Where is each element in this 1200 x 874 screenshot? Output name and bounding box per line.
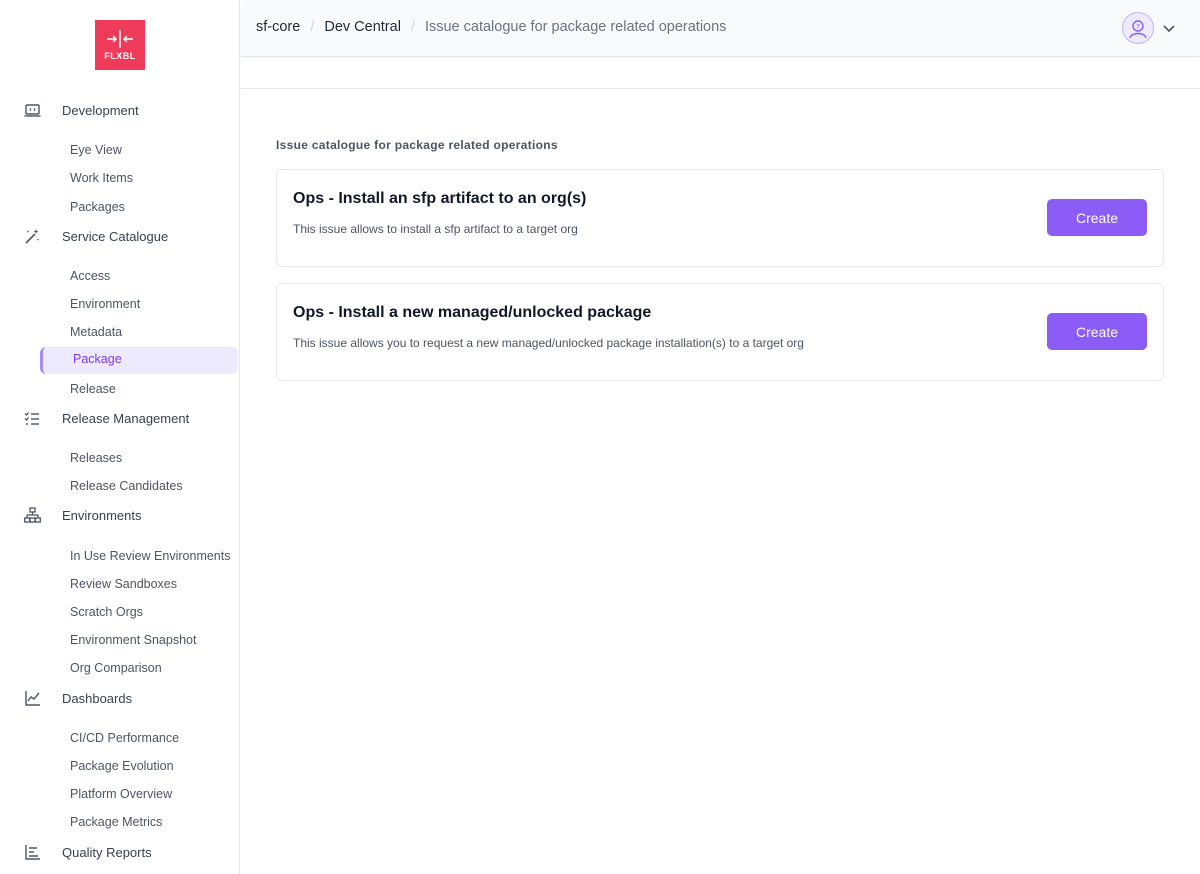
sidebar-item-scratch-orgs[interactable]: Scratch Orgs: [70, 603, 143, 621]
issue-card-title: Ops - Install an sfp artifact to an org(…: [293, 190, 587, 207]
sidebar-section-release-management[interactable]: Release Management: [0, 406, 240, 430]
sidebar-section-label: Service Catalogue: [62, 228, 169, 244]
sidebar-item-in-use-review-environments[interactable]: In Use Review Environments: [70, 547, 230, 565]
sidebar-item-package-metrics[interactable]: Package Metrics: [70, 813, 162, 831]
magic-wand-icon: [24, 228, 41, 245]
arrows-inward-icon: [107, 30, 133, 48]
sidebar-item-platform-overview[interactable]: Platform Overview: [70, 785, 172, 803]
checklist-icon: [24, 410, 41, 427]
avatar[interactable]: ?: [1122, 12, 1154, 44]
sidebar-item-access[interactable]: Access: [70, 267, 110, 285]
breadcrumb-separator: /: [310, 19, 315, 35]
sidebar-item-cicd-performance[interactable]: CI/CD Performance: [70, 729, 179, 747]
sidebar-item-releases[interactable]: Releases: [70, 449, 122, 467]
sidebar-section-dashboards[interactable]: Dashboards: [0, 686, 240, 710]
sidebar-item-eye-view[interactable]: Eye View: [70, 141, 122, 159]
sidebar-item-label: Package: [73, 352, 122, 366]
create-button[interactable]: Create: [1047, 199, 1147, 236]
page-title: Issue catalogue for package related oper…: [276, 138, 558, 152]
sidebar-section-development[interactable]: Development: [0, 98, 240, 122]
top-header: sf-core / Dev Central / Issue catalogue …: [241, 0, 1200, 57]
breadcrumb-item-sf-core[interactable]: sf-core: [256, 19, 300, 35]
svg-text:?: ?: [1136, 23, 1140, 31]
sidebar-item-package[interactable]: Package: [40, 347, 238, 374]
sidebar-item-packages[interactable]: Packages: [70, 198, 125, 216]
line-chart-icon: [24, 690, 41, 707]
breadcrumb-item-dev-central[interactable]: Dev Central: [324, 19, 401, 35]
issue-card: Ops - Install a new managed/unlocked pac…: [276, 283, 1164, 381]
sidebar-section-quality-reports[interactable]: Quality Reports: [0, 840, 240, 864]
sidebar-item-org-comparison[interactable]: Org Comparison: [70, 659, 162, 677]
sidebar-item-environment-snapshot[interactable]: Environment Snapshot: [70, 631, 196, 649]
logo-text: FLXBL: [104, 51, 136, 61]
sidebar-section-label: Release Management: [62, 410, 190, 426]
laptop-code-icon: [24, 102, 41, 119]
sidebar-section-label: Dashboards: [62, 690, 133, 706]
chevron-down-icon[interactable]: [1161, 20, 1177, 36]
sidebar-section-label: Environments: [62, 507, 142, 523]
sidebar-item-release-candidates[interactable]: Release Candidates: [70, 477, 183, 495]
create-button[interactable]: Create: [1047, 313, 1147, 350]
issue-card-description: This issue allows to install a sfp artif…: [293, 222, 578, 236]
issue-card-description: This issue allows you to request a new m…: [293, 336, 804, 350]
sidebar-section-environments[interactable]: Environments: [0, 503, 240, 527]
breadcrumb: sf-core / Dev Central / Issue catalogue …: [256, 19, 726, 35]
breadcrumb-item-current: Issue catalogue for package related oper…: [424, 19, 727, 35]
issue-card-title: Ops - Install a new managed/unlocked pac…: [293, 304, 652, 321]
sidebar-item-review-sandboxes[interactable]: Review Sandboxes: [70, 575, 177, 593]
sidebar-item-release[interactable]: Release: [70, 380, 116, 398]
sidebar-item-environment[interactable]: Environment: [70, 295, 140, 313]
flxbl-logo[interactable]: FLXBL: [95, 20, 145, 70]
issue-card: Ops - Install an sfp artifact to an org(…: [276, 169, 1164, 267]
sidebar-section-label: Development: [62, 102, 139, 118]
user-avatar-icon: ?: [1129, 20, 1147, 39]
sidebar-item-metadata[interactable]: Metadata: [70, 323, 122, 341]
sidebar-item-work-items[interactable]: Work Items: [70, 169, 133, 187]
sidebar-section-service-catalogue[interactable]: Service Catalogue: [0, 224, 240, 248]
bar-chart-icon: [24, 844, 41, 861]
breadcrumb-separator: /: [410, 19, 415, 35]
content-divider: [241, 88, 1200, 89]
sidebar-section-label: Quality Reports: [62, 844, 152, 860]
sidebar-item-package-evolution[interactable]: Package Evolution: [70, 757, 174, 775]
sidebar: FLXBL Development Eye View Work Items Pa…: [0, 0, 240, 874]
network-icon: [24, 507, 41, 524]
